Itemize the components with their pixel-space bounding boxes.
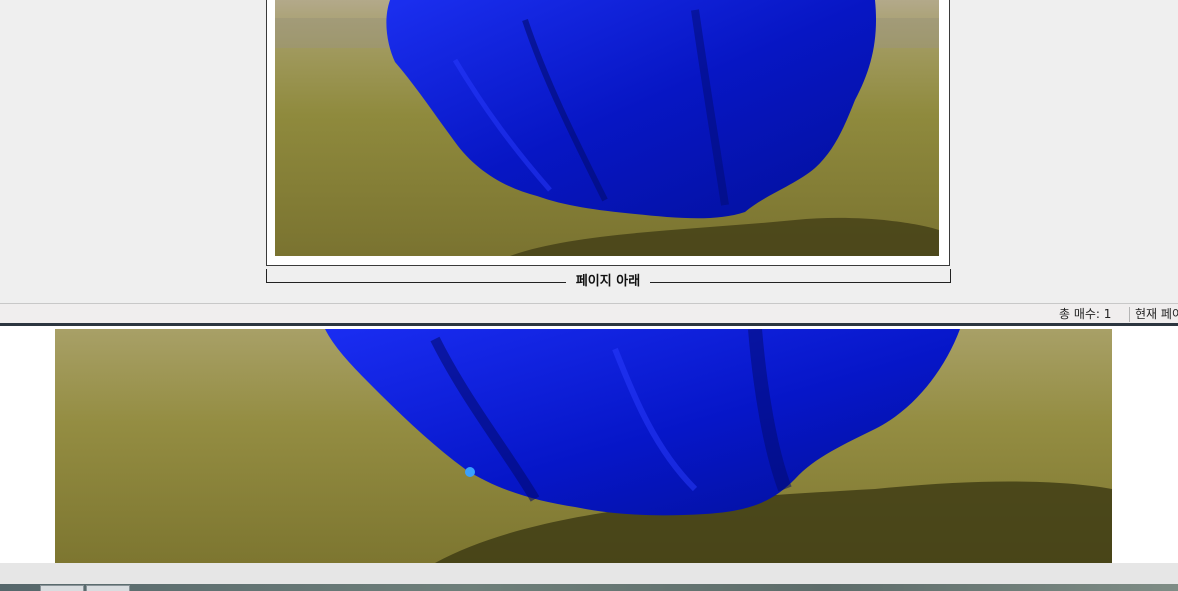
- viewer-photo: [55, 329, 1112, 563]
- print-preview-area[interactable]: 페이지 아래: [0, 0, 1178, 303]
- total-pages-text: 총 매수: 1: [1059, 307, 1112, 321]
- dress-image: [275, 0, 939, 256]
- dress-image-large: [55, 329, 1112, 563]
- taskbar: [0, 584, 1178, 591]
- app-window: 페이지 아래 총 매수: 1 현재 페이: [0, 0, 1178, 591]
- taskbar-button[interactable]: [86, 585, 130, 591]
- page-footer-label: 페이지 아래: [566, 273, 650, 291]
- status-separator: [1129, 307, 1130, 322]
- preview-photo: [275, 0, 939, 256]
- taskbar-button[interactable]: [40, 585, 84, 591]
- viewer-bottom-strip: [0, 563, 1178, 584]
- status-bar: 총 매수: 1 현재 페이: [0, 303, 1178, 324]
- current-page-text: 현재 페이: [1135, 307, 1178, 321]
